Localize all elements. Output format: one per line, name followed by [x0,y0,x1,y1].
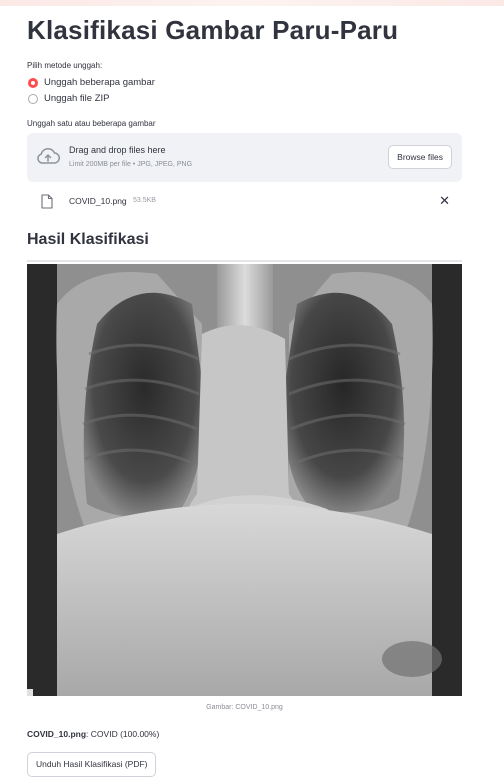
dropzone-limit-text: Limit 200MB per file • JPG, JPEG, PNG [69,161,193,168]
results-header: Hasil Klasifikasi [27,231,149,248]
radio-option-label: Unggah beberapa gambar [44,77,155,88]
radio-unselected-icon[interactable] [28,93,38,104]
upload-method-label: Pilih metode unggah: [27,61,103,70]
radio-option-multiple-images[interactable]: Unggah beberapa gambar [28,77,155,88]
header-divider [27,260,462,262]
uploaded-file-size: 53.5KB [133,197,156,204]
image-caption: Gambar: COVID_10.png [206,704,283,711]
result-prediction: COVID (100.00%) [90,729,160,739]
file-dropzone[interactable]: Drag and drop files here Limit 200MB per… [27,133,462,182]
uploaded-file-name: COVID_10.png [69,196,127,206]
file-icon [41,194,53,214]
top-decoration-bar [0,0,504,6]
result-separator: : [86,729,89,739]
dropzone-instruction: Drag and drop files here [69,145,166,155]
cloud-upload-icon [36,147,60,170]
chest-xray-image [27,264,462,696]
browse-files-button[interactable]: Browse files [388,145,452,169]
uploaded-file-row: COVID_10.png 53.5KB ✕ [27,191,462,213]
remove-file-icon[interactable]: ✕ [439,193,450,209]
radio-option-label: Unggah file ZIP [44,93,110,104]
download-pdf-button[interactable]: Unduh Hasil Klasifikasi (PDF) [27,752,157,777]
page-title: Klasifikasi Gambar Paru-Paru [27,15,399,45]
radio-option-zip[interactable]: Unggah file ZIP [28,93,109,104]
classification-result: COVID_10.png: COVID (100.00%) [27,729,159,739]
radio-selected-icon[interactable] [28,77,38,88]
uploader-label: Unggah satu atau beberapa gambar [27,119,156,128]
result-filename: COVID_10.png [27,729,87,739]
